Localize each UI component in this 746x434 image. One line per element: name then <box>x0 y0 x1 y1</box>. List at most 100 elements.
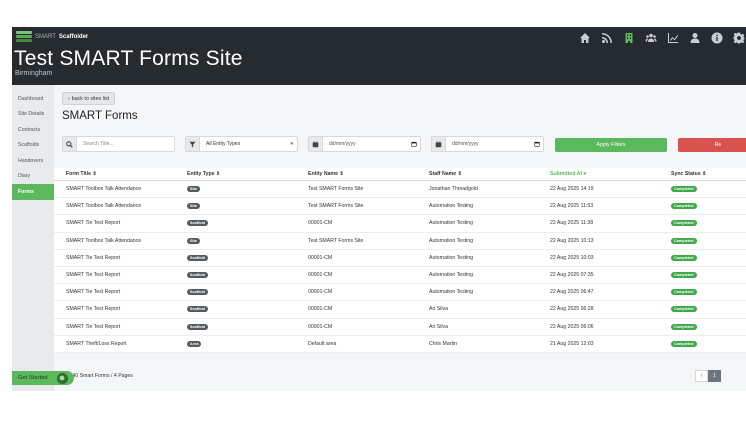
submitted-at-cell: 22 Aug 2025 14:19 <box>550 186 594 193</box>
search-input[interactable]: Search Title... <box>77 141 174 147</box>
table-row[interactable]: SMART Tie Test Report Scaffold 00001-CM Ari… <box>54 301 746 319</box>
staff-name-cell: Automation Testing <box>429 198 473 214</box>
entity-type-badge: Scaffold <box>187 323 208 330</box>
entity-type-cell: Scaffold <box>187 319 208 335</box>
date-picker-icon[interactable] <box>408 141 420 147</box>
entity-type-value: All Entity Types <box>206 141 241 147</box>
building-icon[interactable] <box>622 31 636 45</box>
table-row[interactable]: SMART Theft/Loss Report Area Default area C… <box>54 336 746 353</box>
entity-name-cell: 00001-CM <box>308 215 332 231</box>
date-picker-icon[interactable] <box>531 141 543 147</box>
site-location: Birmingham <box>15 70 53 77</box>
reset-filters-button[interactable]: Re <box>678 138 746 152</box>
submitted-at-cell: 22 Aug 2025 11:38 <box>550 215 593 231</box>
entity-type-badge: Site <box>187 237 200 244</box>
header-entity-name[interactable]: Entity Name ⇕ <box>308 168 344 180</box>
date-from-input[interactable]: dd/mm/yyyy <box>323 141 408 147</box>
table-row[interactable]: SMART Toolbox Talk Attendance Site Test SM… <box>54 233 746 250</box>
sort-icon: ⇕ <box>702 171 707 177</box>
submitted-at-cell: 22 Aug 2025 10:03 <box>550 250 594 266</box>
sidebar-item-site-details[interactable]: Site Details <box>12 107 54 123</box>
entity-type-badge: Scaffold <box>187 272 208 279</box>
sort-icon: ⇕ <box>92 171 97 177</box>
sync-status-badge: Completed <box>671 272 697 279</box>
gear-icon[interactable] <box>732 31 746 45</box>
entity-name-cell: 00001-CM <box>308 220 333 227</box>
submitted-at-cell: 22 Aug 2025 10:03 <box>550 254 594 261</box>
entity-type-badge: Site <box>187 186 200 193</box>
entity-name-cell: 00001-CM <box>308 254 333 261</box>
entity-name-cell: 00001-CM <box>308 284 332 300</box>
team-icon[interactable] <box>644 31 658 45</box>
brand[interactable]: SMART Scaffolder <box>16 31 88 43</box>
sidebar-item-scaffolds[interactable]: Scaffolds <box>12 138 54 154</box>
staff-name-cell: Automation Testing <box>429 203 474 210</box>
staff-name-cell: Automation Testing <box>429 267 473 283</box>
form-title-cell: SMART Tie Test Report <box>66 289 121 296</box>
form-title-cell: SMART Theft/Loss Report <box>66 340 127 347</box>
header-staff-name[interactable]: Staff Name ⇕ <box>429 168 462 180</box>
date-from-field[interactable]: dd/mm/yyyy <box>308 136 421 152</box>
staff-name-cell: Automation Testing <box>429 254 474 261</box>
entity-type-cell: Site <box>187 181 200 197</box>
header-form-title[interactable]: Form Title ⇕ <box>66 168 97 180</box>
get-started-button[interactable]: Get Started <box>12 371 74 385</box>
sidebar-item-diary[interactable]: Diary <box>12 169 54 185</box>
user-icon[interactable] <box>688 31 702 45</box>
header-submitted-at[interactable]: Submitted At ▾ <box>550 168 586 180</box>
calendar-icon <box>432 137 446 151</box>
form-title-cell: SMART Tie Test Report <box>66 319 120 335</box>
table-row[interactable]: SMART Toolbox Talk Attendance Site Test SM… <box>54 181 746 199</box>
entity-name-cell: 00001-CM <box>308 250 332 266</box>
header-sync-status[interactable]: Sync Status ⇕ <box>671 168 707 180</box>
table-row[interactable]: SMART Tie Test Report Scaffold 00001-CM Aut… <box>54 215 746 233</box>
search-field[interactable]: Search Title... <box>62 136 175 152</box>
brand-prefix: SMART <box>35 34 56 40</box>
table-row[interactable]: SMART Tie Test Report Scaffold 00001-CM Aut… <box>54 250 746 267</box>
form-title-cell: SMART Toolbox Talk Attendance <box>66 186 142 193</box>
chart-icon[interactable] <box>666 31 680 45</box>
staff-name-cell: Ari Silva <box>429 301 448 317</box>
sync-status-badge: Completed <box>671 203 697 210</box>
sidebar-item-handovers[interactable]: Handovers <box>12 153 54 169</box>
sidebar-item-forms[interactable]: Forms <box>12 184 58 200</box>
form-title-cell: SMART Tie Test Report <box>66 220 121 227</box>
staff-name-cell: Automation Testing <box>429 237 474 244</box>
table-row[interactable]: SMART Tie Test Report Scaffold 00001-CM Aut… <box>54 284 746 302</box>
entity-type-cell: Scaffold <box>187 284 208 300</box>
entity-name-cell: Test SMART Forms Site <box>308 198 363 214</box>
entity-name-cell: 00001-CM <box>308 306 333 313</box>
sidebar-item-dashboard[interactable]: Dashboard <box>12 91 54 107</box>
rss-icon[interactable] <box>600 31 614 45</box>
entity-type-select[interactable]: All Entity Types ▾ <box>185 136 298 152</box>
staff-name-cell: Chris Martin <box>429 336 457 352</box>
page-1-button[interactable]: 1 <box>708 370 721 382</box>
sort-icon: ⇕ <box>339 171 344 177</box>
entity-name-cell: 00001-CM <box>308 319 332 335</box>
table-row[interactable]: SMART Tie Test Report Scaffold 00001-CM Ari… <box>54 319 746 336</box>
form-title-cell: SMART Tie Test Report <box>66 306 121 313</box>
back-to-sites-button[interactable]: ‹ back to sites list <box>62 92 116 105</box>
sync-status-badge: Completed <box>671 220 697 227</box>
submitted-at-cell: 22 Aug 2025 10:13 <box>550 237 594 244</box>
submitted-at-cell: 22 Aug 2025 06:06 <box>550 323 594 330</box>
chat-icon <box>56 372 68 384</box>
date-to-input[interactable]: dd/mm/yyyy <box>446 141 531 147</box>
table-row[interactable]: SMART Toolbox Talk Attendance Site Test SM… <box>54 198 746 216</box>
header-entity-type[interactable]: Entity Type ⇕ <box>187 168 220 180</box>
pagination: ‹ 1 <box>695 370 721 382</box>
submitted-at-cell: 22 Aug 2025 07:35 <box>550 272 594 279</box>
date-to-field[interactable]: dd/mm/yyyy <box>431 136 544 152</box>
home-icon[interactable] <box>578 31 592 45</box>
apply-filters-button[interactable]: Apply Filters <box>555 138 667 152</box>
prev-page-button[interactable]: ‹ <box>695 370 708 382</box>
submitted-at-cell: 22 Aug 2025 06:28 <box>550 301 594 317</box>
form-title-cell: SMART Toolbox Talk Attendance <box>66 181 141 197</box>
sidebar: Dashboard Site Details Contracts Scaffol… <box>12 85 58 391</box>
staff-name-cell: Automation Testing <box>429 220 474 227</box>
table-row[interactable]: SMART Tie Test Report Scaffold 00001-CM Aut… <box>54 267 746 285</box>
sidebar-item-contracts[interactable]: Contracts <box>12 122 54 138</box>
info-icon[interactable] <box>710 31 724 45</box>
form-title-cell: SMART Toolbox Talk Attendance <box>66 233 141 249</box>
chevron-left-icon: ‹ <box>68 95 70 102</box>
